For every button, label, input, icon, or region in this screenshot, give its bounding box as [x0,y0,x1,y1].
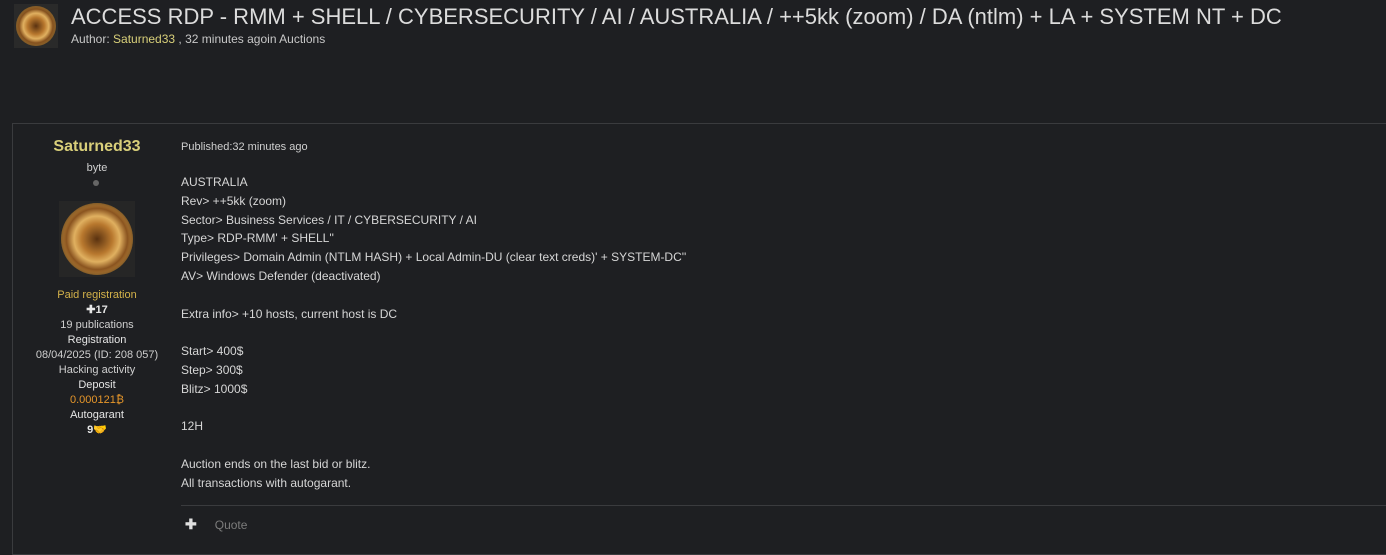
thread-header: ACCESS RDP - RMM + SHELL / CYBERSECURITY… [14,4,1384,50]
post-line: Rev> ++5kk (zoom) [181,193,287,208]
reputation-value: 17 [95,304,108,316]
registration-value: 08/04/2025 (ID: 208 057) [35,349,159,361]
post-line: 12H [181,419,204,434]
post-divider [181,505,1386,506]
registration-label: Registration [67,334,127,346]
coin-avatar-image [16,6,56,46]
post-line: All transactions with autogarant. [181,475,352,490]
user-group: Paid registration [57,289,137,301]
deposit-amount: 0.000121 [69,394,116,406]
thread-time: , 32 minutes ago [175,32,268,46]
section-link[interactable]: Auctions [279,32,325,46]
thread-meta: Author: Saturned33 , 32 minutes agoin Au… [71,32,325,46]
post-line [181,286,686,305]
published-info: Published:32 minutes ago [181,141,308,153]
avatar[interactable] [59,201,135,277]
thread-title: ACCESS RDP - RMM + SHELL / CYBERSECURITY… [71,4,1282,29]
hacking-activity: Hacking activity [58,364,136,376]
deposit-value: 0.000121₿ [13,393,181,407]
user-rank: byte [86,162,108,174]
post-body: Published:32 minutes ago AUSTRALIA Rev> … [181,124,1386,554]
post-line [181,399,686,418]
post-content: AUSTRALIA Rev> ++5kk (zoom) Sector> Busi… [181,173,686,493]
post-line: Blitz> 1000$ [181,381,248,396]
post-line: Privileges> Domain Admin (NTLM HASH) + L… [181,250,687,265]
thread-author-avatar[interactable] [14,4,58,48]
post: Saturned33 byte Paid registration ✚17 19… [12,123,1386,555]
post-line: Start> 400$ [181,344,244,359]
online-status-dot [93,180,99,186]
reputation: ✚17 [13,303,181,317]
bitcoin-icon: ₿ [115,394,125,406]
autogarant-label: Autogarant [70,409,124,421]
autogarant-count: 9🤝 [13,423,181,437]
in-prefix: in [267,32,280,46]
author-prefix: Author: [71,32,114,46]
post-actions: ✚ Quote [185,516,247,533]
user-info-panel: Saturned33 byte Paid registration ✚17 19… [13,124,181,554]
author-link[interactable]: Saturned33 [113,32,175,46]
username[interactable]: Saturned33 [13,138,181,156]
post-line: Auction ends on the last bid or blitz. [181,456,371,471]
published-label: Published: [181,141,233,153]
post-line [181,323,686,342]
post-line: Extra info> +10 hosts, current host is D… [181,306,398,321]
publications-count: 19 publications [60,319,134,331]
post-line: Step> 300$ [181,362,243,377]
post-line: AV> Windows Defender (deactivated) [181,268,381,283]
post-line: Type> RDP-RMM' + SHELL'' [181,231,334,246]
post-line [181,436,686,455]
handshake-icon: 🤝 [93,424,107,436]
post-line: AUSTRALIA [181,175,248,189]
plus-reputation-button[interactable]: ✚ [185,516,197,533]
post-line: Sector> Business Services / IT / CYBERSE… [181,212,477,227]
coin-avatar-image [61,203,133,275]
published-value: 32 minutes ago [232,141,308,153]
deposit-label: Deposit [78,379,116,391]
quote-button[interactable]: Quote [215,518,248,532]
